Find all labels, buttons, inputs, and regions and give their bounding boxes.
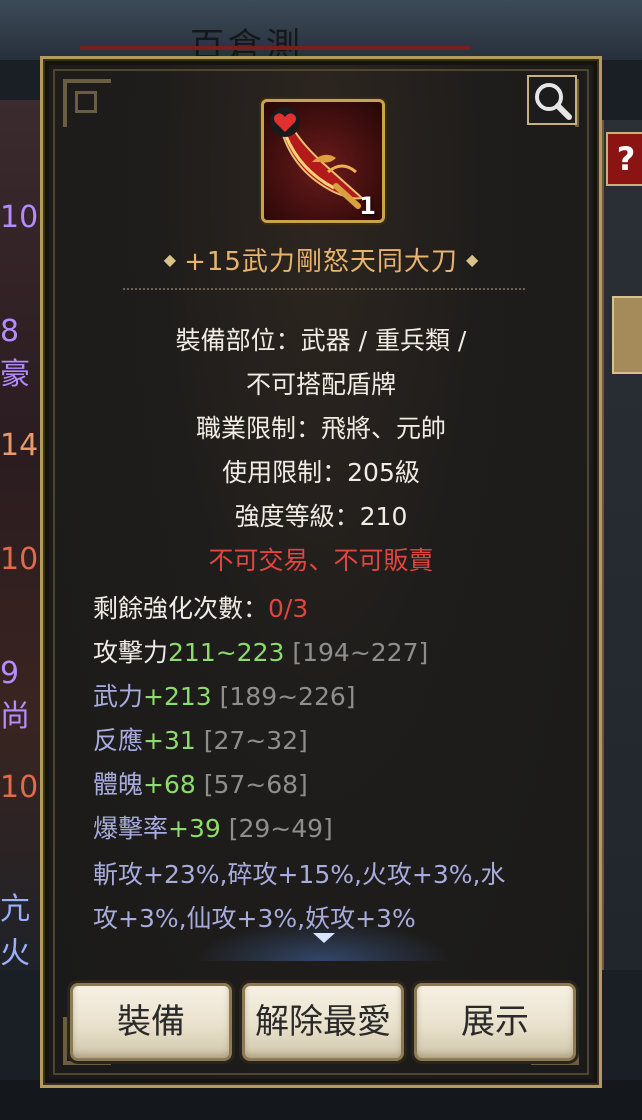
background-slot [612,296,642,374]
equip-slot-line: 裝備部位：武器 / 重兵類 / [175,326,467,355]
strength-level: 強度等級：210 [234,502,408,531]
background-list-value: 9尚 [0,656,30,734]
item-name: +15武力剛怒天同大刀 [184,247,458,277]
stat-row: 體魄+68 [57~68] [93,765,308,801]
stat-label: 武力 [93,682,144,711]
item-icon-slot[interactable]: 1 [261,99,385,223]
equip-button[interactable]: 裝備 [70,983,232,1061]
stat-row: 反應+31 [27~32] [93,721,308,757]
stat-value: +39 [168,814,221,843]
stat-range: [29~49] [228,814,333,843]
magnifier-button[interactable] [527,75,577,125]
stat-value: +31 [143,726,196,755]
heart-icon [270,107,300,137]
stat-range: [194~227] [292,638,429,667]
help-button[interactable]: ? [606,132,642,186]
stat-label: 剩餘強化次數： [93,594,269,623]
background-list-value: 10 [0,542,39,577]
stat-value: 211~223 [168,638,285,667]
stat-value: +213 [143,682,212,711]
item-name-row: ◆ +15武力剛怒天同大刀 ◆ [43,241,599,278]
background-list-value: 亢火 [0,892,30,971]
background-header: 百倉測 [0,0,642,66]
stat-row: 爆擊率+39 [29~49] [93,809,333,845]
stat-label: 反應 [93,726,144,755]
refine-count: 剩餘強化次數：0/3 [93,589,308,625]
stat-value: 0/3 [268,594,309,623]
element-attack-line: 斬攻+23%,碎攻+15%,火攻+3%,水 [93,860,506,889]
equip-slot-line: 不可搭配盾牌 [245,370,396,399]
background-list-value: 10 [0,200,39,235]
diamond-icon: ◆ [465,250,479,269]
stat-range: [27~32] [203,726,308,755]
background-divider [80,46,470,50]
stat-row: 武力+213 [189~226] [93,677,356,713]
stat-value: +68 [143,770,196,799]
name-divider [123,288,525,290]
background-list-value: 8豪 [0,314,30,392]
stat-label: 爆擊率 [93,814,169,843]
background-right-panel [602,120,642,970]
trade-warning: 不可交易、不可販賣 [208,546,434,575]
corner-ornament [63,79,111,127]
background-list-value: 14 [0,428,39,463]
attack-stat: 攻擊力211~223 [194~227] [93,633,428,669]
unfavorite-button[interactable]: 解除最愛 [242,983,404,1061]
stat-range: [57~68] [203,770,308,799]
stat-label: 體魄 [93,770,144,799]
magnifier-icon [535,83,572,120]
item-tooltip-panel: 1 ◆ +15武力剛怒天同大刀 ◆ 裝備部位：武器 / 重兵類 / 不可搭配盾牌 職… [40,56,602,1088]
show-button[interactable]: 展示 [414,983,576,1061]
diamond-icon: ◆ [163,250,177,269]
class-limit: 職業限制：飛將、元帥 [195,414,446,443]
stat-range: [189~226] [219,682,356,711]
level-limit: 使用限制：205級 [222,458,420,487]
item-count: 1 [359,192,376,220]
background-list-value: 10 [0,770,39,805]
stat-label: 攻擊力 [93,638,169,667]
scroll-down-icon[interactable] [313,933,335,943]
